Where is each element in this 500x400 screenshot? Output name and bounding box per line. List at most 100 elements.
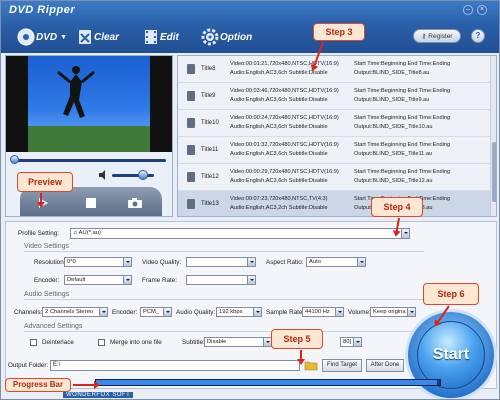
title-name: Title10 <box>201 120 219 126</box>
resolution-dropdown[interactable]: 0*0 <box>64 257 132 267</box>
camera-icon <box>128 198 142 208</box>
audio-encoder-label: Encoder: <box>112 309 138 316</box>
callout-step5: Step 5 <box>271 329 323 349</box>
volume-dropdown[interactable]: Keep origina <box>370 307 416 317</box>
callout-step4: Step 4 <box>371 197 423 217</box>
header-bar: DVD Ripper – × DVD ▼ Clear Edit Option ⚷… <box>1 1 499 53</box>
progress-fill <box>96 380 437 385</box>
frame-rate-label: Frame Rate: <box>142 277 177 284</box>
video-encoder-dropdown[interactable]: Default <box>64 275 132 285</box>
video-frame-image <box>6 56 172 152</box>
preview-video <box>6 56 172 152</box>
key-icon: ⚷ <box>421 33 427 40</box>
sample-rate-label: Sample Rate: <box>266 309 305 316</box>
merge-checkbox[interactable] <box>98 339 105 346</box>
after-done-button[interactable]: After Done <box>366 359 404 372</box>
file-icon <box>187 145 195 155</box>
clear-icon <box>79 30 91 44</box>
merge-label: Merge into one file <box>110 339 162 346</box>
audio-quality-dropdown[interactable]: 192 kbps <box>216 307 262 317</box>
callout-arrow <box>73 381 100 389</box>
gear-icon <box>201 28 219 46</box>
list-item[interactable]: Title10 Video:00:00:24,720x480,NTSC,HDTV… <box>178 110 490 137</box>
output-folder-input[interactable]: E:\ <box>50 360 300 371</box>
subtitle-label: Subtitle: <box>182 339 205 346</box>
channels-label: Channels: <box>14 309 43 316</box>
seek-handle[interactable] <box>10 155 19 164</box>
snapshot-button[interactable] <box>124 193 146 213</box>
title-name: Title13 <box>201 201 219 207</box>
list-scrollbar[interactable] <box>490 56 496 216</box>
subtitle-dropdown[interactable]: Disable <box>204 337 272 347</box>
seek-bar[interactable] <box>12 159 166 162</box>
profile-dropdown[interactable]: ♫ AU(*.au) <box>70 228 410 239</box>
file-icon <box>187 199 195 209</box>
title-name: Title8 <box>201 66 216 72</box>
callout-step6: Step 6 <box>423 283 479 305</box>
find-target-button[interactable]: Find Target <box>322 359 362 372</box>
video-quality-dropdown[interactable] <box>186 257 256 267</box>
title-info: Video:00:01:32,720x480,NTSC,HDTV(16:9) Au… <box>230 142 339 157</box>
stop-button[interactable] <box>80 193 102 213</box>
title-output: Start Time:Beginning End Time:EndingOutp… <box>354 169 451 184</box>
callout-step3: Step 3 <box>313 23 365 41</box>
chevron-down-icon[interactable]: ▼ <box>60 34 67 41</box>
list-item-selected[interactable]: Title13 Video:00:07:23,720x480,NTSC,TV(4… <box>178 191 490 216</box>
clear-button[interactable]: Clear <box>77 23 119 51</box>
title-output: Start Time:Beginning End Time:EndingOutp… <box>354 142 451 157</box>
advanced-settings-header: Advanced Settings <box>24 323 424 332</box>
dvd-button[interactable]: DVD ▼ <box>17 23 67 51</box>
list-item[interactable]: Title11 Video:00:01:32,720x480,NTSC,HDTV… <box>178 137 490 164</box>
callout-arrow <box>40 193 42 205</box>
dvd-label: DVD <box>36 31 58 43</box>
title-name: Title12 <box>201 174 219 180</box>
list-item[interactable]: Title9 Video:00:03:46,720x480,NTSC,HDTV(… <box>178 83 490 110</box>
list-item[interactable]: Title8 Video:00:01:21,720x480,NTSC,HDTV(… <box>178 56 490 83</box>
close-button[interactable]: × <box>477 5 487 15</box>
profile-label: Profile Setting: <box>18 230 59 237</box>
title-list: Title8 Video:00:01:21,720x480,NTSC,HDTV(… <box>177 55 497 217</box>
volume-handle[interactable] <box>138 170 148 180</box>
deinterlace-label: Deinterlace <box>42 339 74 346</box>
register-button[interactable]: ⚷ Register <box>413 29 461 43</box>
folder-icon[interactable] <box>304 360 318 373</box>
video-settings-header: Video Settings <box>24 243 424 252</box>
volume-label: Volume: <box>348 309 371 316</box>
edit-button[interactable]: Edit <box>143 23 179 51</box>
file-icon <box>187 172 195 182</box>
audio-encoder-dropdown[interactable]: PCM_ <box>140 307 172 317</box>
title-output: Start Time:Beginning End Time:EndingOutp… <box>354 115 451 130</box>
film-edit-icon <box>145 30 157 44</box>
edit-label: Edit <box>160 31 179 43</box>
title-info: Video:00:01:21,720x480,NTSC,HDTV(16:9) Au… <box>230 61 339 76</box>
channels-dropdown[interactable]: 2 Channels Stereo <box>42 307 108 317</box>
speaker-icon[interactable] <box>98 170 108 182</box>
aspect-ratio-dropdown[interactable]: Auto <box>306 257 366 267</box>
deinterlace-checkbox[interactable] <box>30 339 37 346</box>
progress-bar <box>95 379 441 386</box>
callout-progress-bar: Progress Bar <box>5 378 71 392</box>
title-info: Video:00:00:24,720x480,NTSC,HDTV(16:9) Au… <box>230 115 339 130</box>
preview-panel <box>5 55 173 217</box>
resolution-label: Resolution: <box>34 259 66 266</box>
register-label: Register <box>428 32 453 40</box>
profile-value: AU(*.au) <box>78 230 101 236</box>
scroll-thumb[interactable] <box>492 142 496 202</box>
option-button[interactable]: Option <box>201 23 252 51</box>
advanced-extra-dropdown[interactable]: 80] <box>340 337 362 347</box>
title-info: Video:00:07:23,720x480,NTSC,TV(4:3) Audio… <box>230 196 328 211</box>
wonderfox-logo: WONDERFOX SOFT <box>63 392 134 398</box>
help-button[interactable]: ? <box>471 29 485 43</box>
frame-rate-dropdown[interactable] <box>186 275 256 285</box>
list-item[interactable]: Title12 Video:00:00:29,720x480,NTSC,HDTV… <box>178 164 490 191</box>
title-info: Video:00:03:46,720x480,NTSC,HDTV(16:9) Au… <box>230 88 339 103</box>
title-output: Start Time:Beginning End Time:EndingOutp… <box>354 61 451 76</box>
title-name: Title11 <box>201 147 219 153</box>
option-label: Option <box>220 31 253 43</box>
minimize-button[interactable]: – <box>463 5 473 15</box>
dvd-icon <box>17 28 35 46</box>
clear-label: Clear <box>94 31 120 43</box>
title-name: Title9 <box>201 93 216 99</box>
sample-rate-dropdown[interactable]: 44100 Hz <box>302 307 344 317</box>
audio-quality-label: Audio Quality: <box>176 309 216 316</box>
